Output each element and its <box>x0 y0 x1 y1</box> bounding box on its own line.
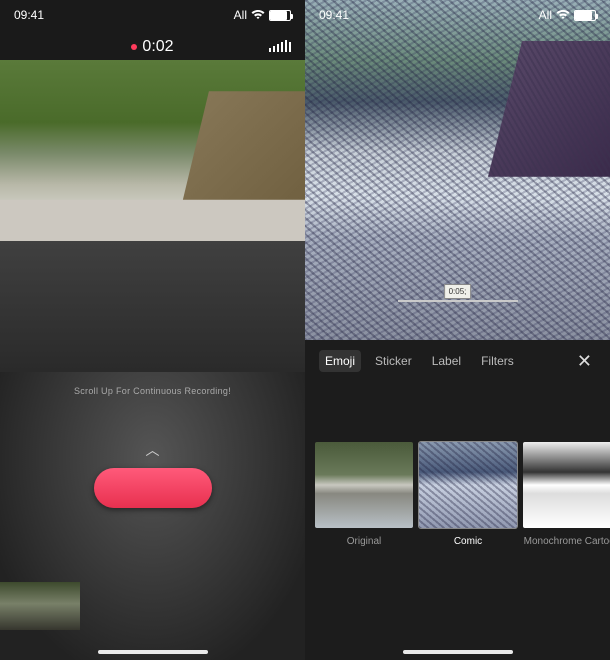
filter-list[interactable]: Original Comic Monochrome Cartoon <box>305 382 610 547</box>
status-time: 09:41 <box>319 8 349 22</box>
status-bar: 09:41 All <box>305 0 610 30</box>
filter-label: Monochrome Cartoon <box>524 536 610 547</box>
filter-thumb <box>419 442 517 528</box>
editor-tabs: Emoji Sticker Label Filters ✕ <box>305 340 610 382</box>
preview-timestamp: 0:05; <box>444 284 472 299</box>
recording-indicator-icon <box>131 44 137 50</box>
home-indicator[interactable] <box>98 650 208 654</box>
filter-option-original[interactable]: Original <box>315 442 413 547</box>
recording-timer-bar: 0:02 <box>0 38 305 56</box>
network-label: All <box>539 8 552 22</box>
tab-filters[interactable]: Filters <box>475 350 520 372</box>
filter-label: Comic <box>454 536 482 547</box>
filter-option-monochrome-cartoon[interactable]: Monochrome Cartoon <box>523 442 610 547</box>
scrubber[interactable] <box>398 300 518 302</box>
wifi-icon <box>556 10 570 20</box>
clip-thumbnail[interactable] <box>0 582 80 630</box>
tab-label[interactable]: Label <box>426 350 467 372</box>
record-button[interactable] <box>94 468 212 508</box>
camera-viewfinder <box>0 60 305 372</box>
filter-thumb <box>315 442 413 528</box>
tab-sticker[interactable]: Sticker <box>369 350 418 372</box>
editor-panel: Emoji Sticker Label Filters ✕ Original C… <box>305 340 610 660</box>
network-label: All <box>234 8 247 22</box>
status-right: All <box>234 8 291 22</box>
battery-icon <box>574 10 596 21</box>
status-time: 09:41 <box>14 8 44 22</box>
chevron-up-icon[interactable]: ︿ <box>0 440 305 460</box>
filter-label: Original <box>347 536 381 547</box>
status-right: All <box>539 8 596 22</box>
tab-emoji[interactable]: Emoji <box>319 350 361 372</box>
scroll-hint-text: Scroll Up For Continuous Recording! <box>0 386 305 396</box>
recording-screen: 09:41 All 0:02 Scroll Up For Continuous … <box>0 0 305 660</box>
recording-timer: 0:02 <box>142 38 173 56</box>
filter-thumb <box>523 442 610 528</box>
filter-option-comic[interactable]: Comic <box>419 442 517 547</box>
battery-icon <box>269 10 291 21</box>
filter-editor-screen: 09:41 All 0:05; Emoji Sticker Label Filt… <box>305 0 610 660</box>
home-indicator[interactable] <box>403 650 513 654</box>
close-icon[interactable]: ✕ <box>573 351 596 372</box>
status-bar: 09:41 All <box>0 0 305 30</box>
wifi-icon <box>251 10 265 20</box>
